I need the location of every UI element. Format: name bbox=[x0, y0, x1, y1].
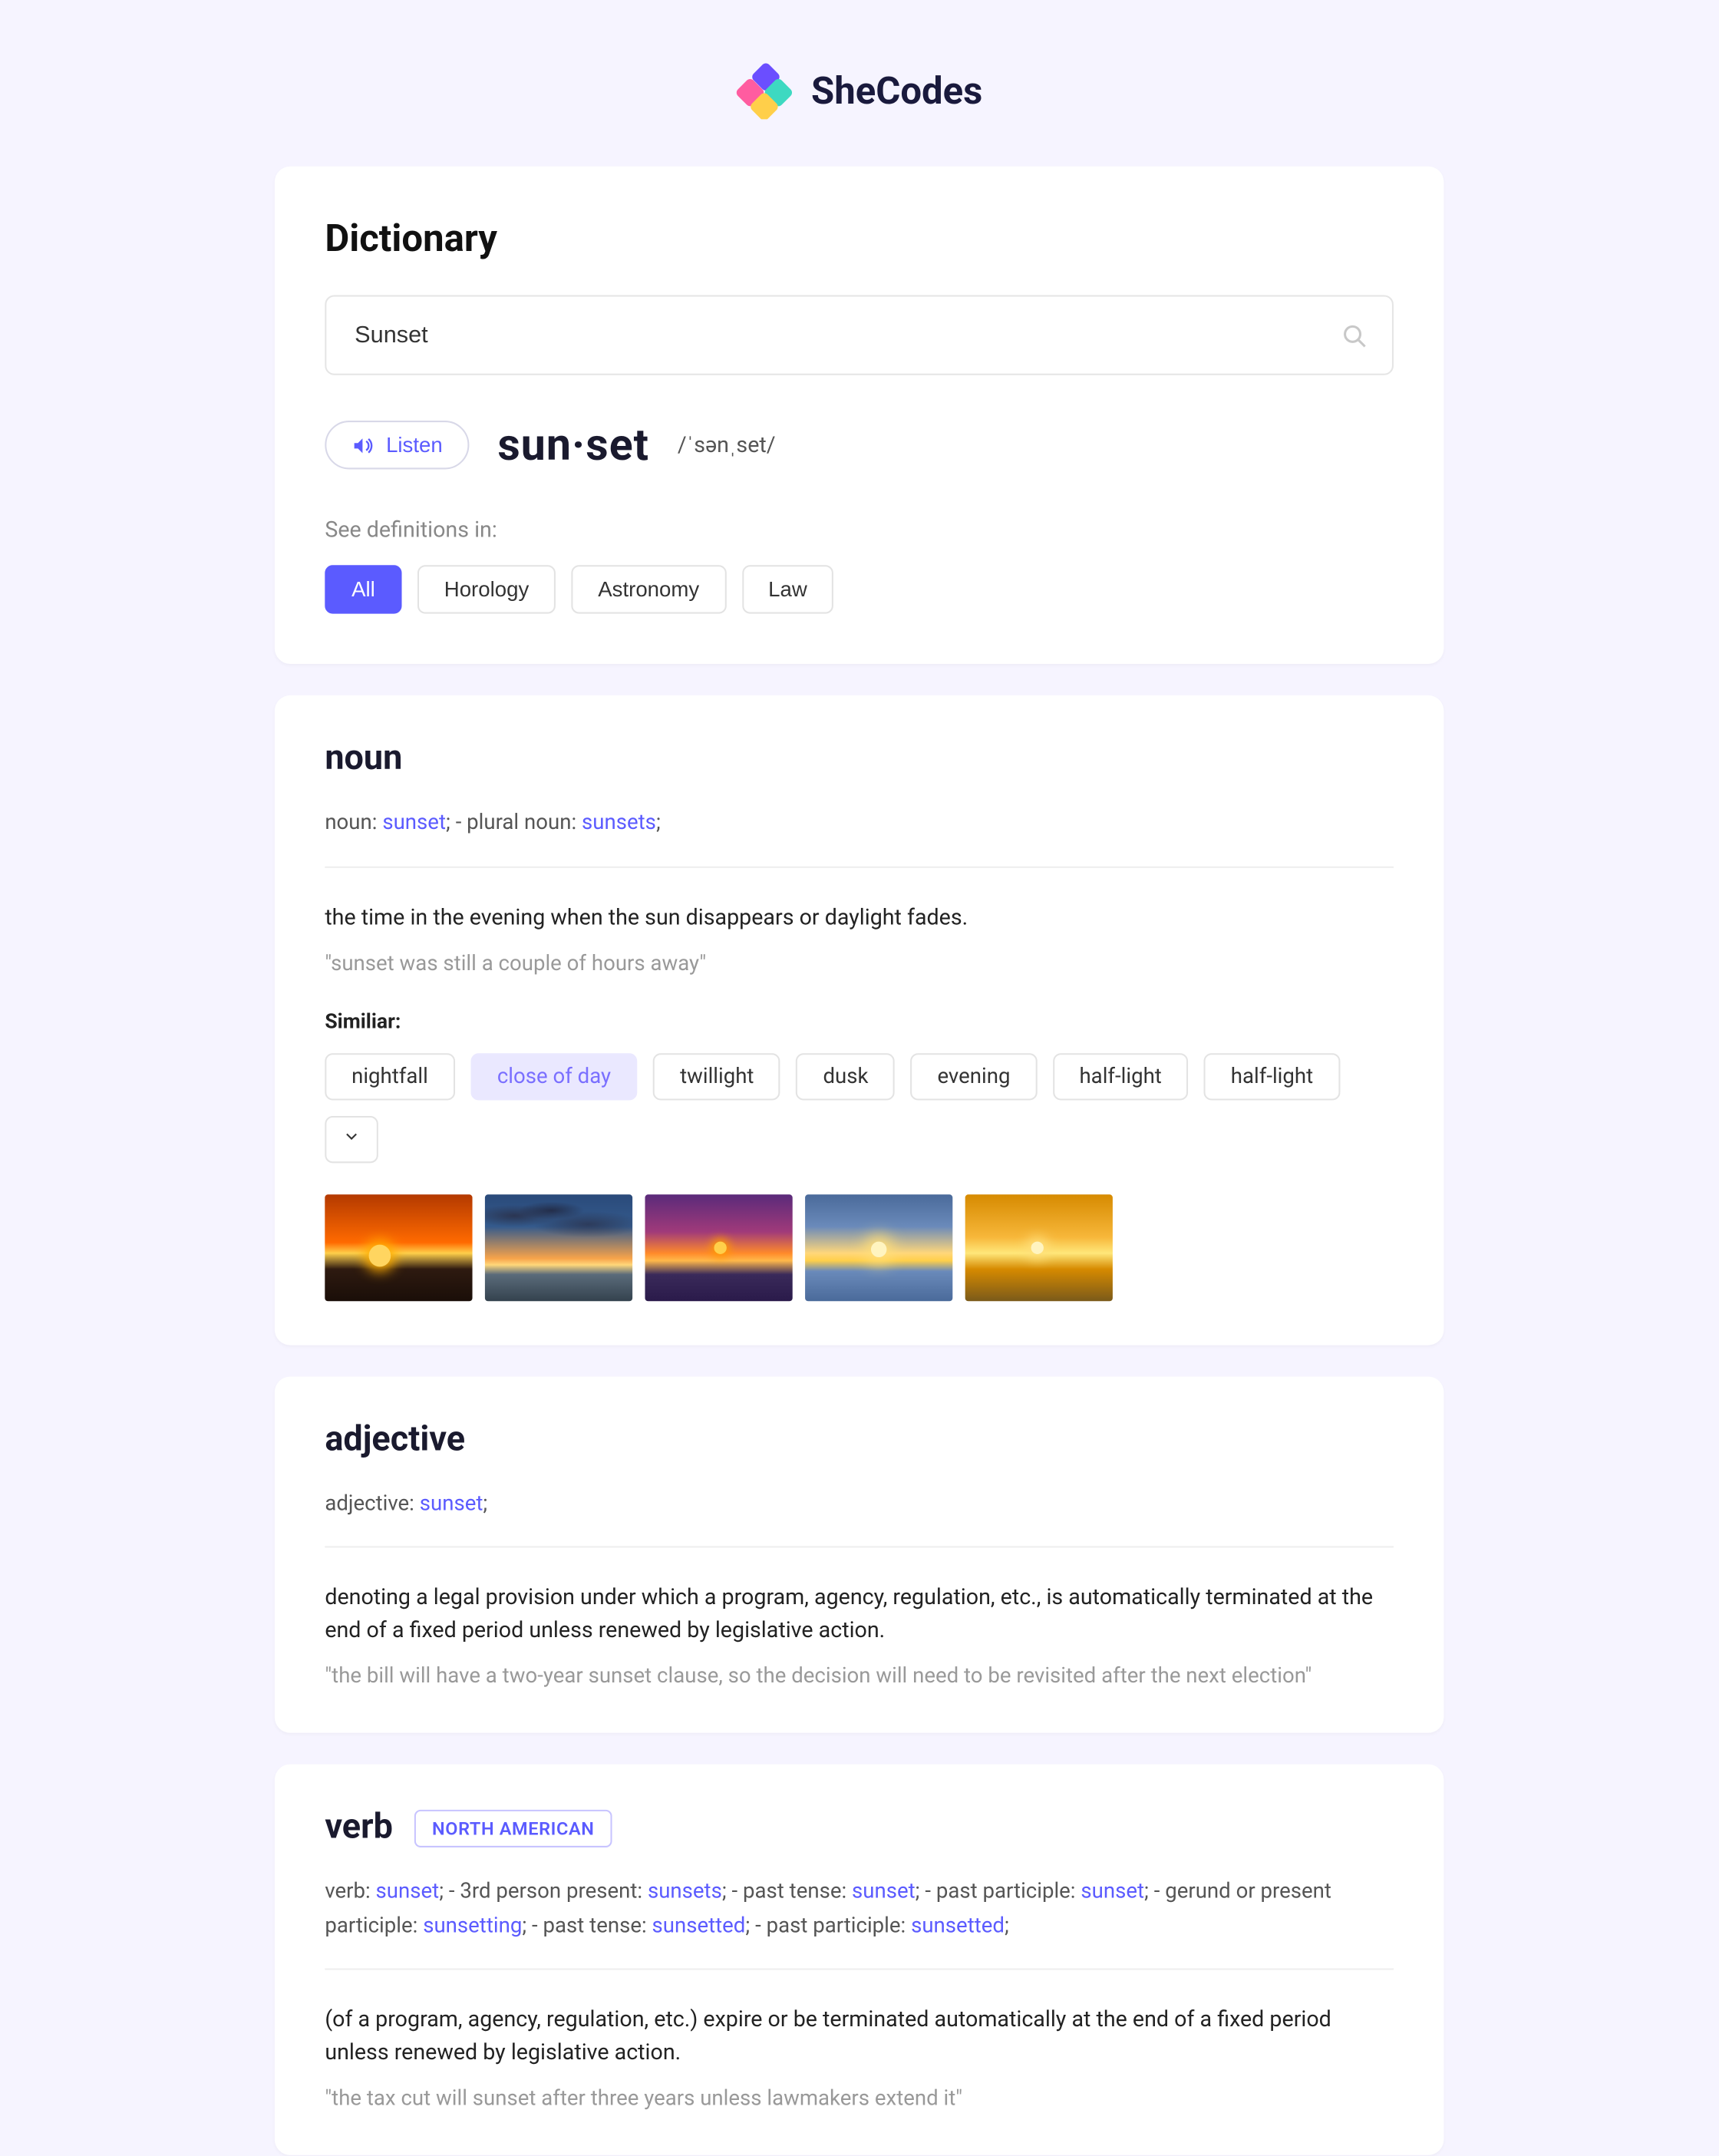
page-title: Dictionary bbox=[325, 216, 1394, 260]
thumbnail-image[interactable] bbox=[965, 1194, 1113, 1300]
pos-heading-noun: noun bbox=[325, 739, 1394, 778]
more-similar-button[interactable] bbox=[325, 1115, 378, 1162]
chevron-down-icon bbox=[342, 1126, 361, 1145]
listen-button[interactable]: Listen bbox=[325, 421, 469, 469]
noun-definition: the time in the evening when the sun dis… bbox=[325, 902, 1394, 935]
category-pill-row: All Horology Astronomy Law bbox=[325, 565, 1394, 613]
noun-example: "sunset was still a couple of hours away… bbox=[325, 950, 1394, 976]
region-tag: NORTH AMERICAN bbox=[415, 1809, 612, 1847]
word-syllables: sun·set bbox=[497, 419, 649, 470]
pos-heading-verb: verb bbox=[325, 1808, 393, 1847]
search-input[interactable] bbox=[325, 295, 1394, 375]
thumbnail-image[interactable] bbox=[805, 1194, 952, 1300]
similar-chip[interactable]: nightfall bbox=[325, 1052, 454, 1099]
adjective-forms: adjective: sunset; bbox=[325, 1487, 1394, 1521]
noun-forms: noun: sunset; - plural noun: sunsets; bbox=[325, 807, 1394, 840]
similar-chip[interactable]: half-light bbox=[1204, 1052, 1340, 1099]
brand-name: SheCodes bbox=[811, 69, 982, 113]
adjective-example: "the bill will have a two-year sunset cl… bbox=[325, 1664, 1394, 1689]
thumbnail-image[interactable] bbox=[325, 1194, 472, 1300]
category-pill[interactable]: Horology bbox=[417, 565, 556, 613]
divider bbox=[325, 1969, 1394, 1970]
similar-label: Similiar: bbox=[325, 1010, 1394, 1034]
adjective-card: adjective adjective: sunset; denoting a … bbox=[275, 1376, 1444, 1733]
brand-logo: SheCodes bbox=[0, 63, 1718, 120]
search-icon[interactable] bbox=[1340, 321, 1368, 349]
sound-icon bbox=[351, 434, 374, 456]
search-wrap bbox=[325, 295, 1394, 375]
word-phonetic: /ˈsənˌset/ bbox=[678, 431, 776, 458]
verb-example: "the tax cut will sunset after three yea… bbox=[325, 2087, 1394, 2112]
thumbnail-image[interactable] bbox=[645, 1194, 792, 1300]
pos-heading-adjective: adjective bbox=[325, 1420, 1394, 1459]
verb-card: verb NORTH AMERICAN verb: sunset; - 3rd … bbox=[275, 1765, 1444, 2156]
category-pill[interactable]: All bbox=[325, 565, 401, 613]
category-pill[interactable]: Law bbox=[741, 565, 833, 613]
image-thumbnails bbox=[325, 1194, 1394, 1300]
category-pill[interactable]: Astronomy bbox=[571, 565, 725, 613]
similar-chip[interactable]: close of day bbox=[470, 1052, 638, 1099]
divider bbox=[325, 866, 1394, 867]
similar-chip[interactable]: twillight bbox=[653, 1052, 780, 1099]
adjective-definition: denoting a legal provision under which a… bbox=[325, 1583, 1394, 1649]
thumbnail-image[interactable] bbox=[485, 1194, 632, 1300]
similar-chip[interactable]: half-light bbox=[1053, 1052, 1189, 1099]
similar-chip-row: nightfall close of day twillight dusk evenin… bbox=[325, 1052, 1394, 1162]
similar-chip[interactable]: dusk bbox=[797, 1052, 896, 1099]
similar-chip[interactable]: evening bbox=[911, 1052, 1038, 1099]
verb-definition: (of a program, agency, regulation, etc.)… bbox=[325, 2005, 1394, 2071]
divider bbox=[325, 1547, 1394, 1548]
noun-card: noun noun: sunset; - plural noun: sunset… bbox=[275, 695, 1444, 1345]
search-card: Dictionary Listen sun·set bbox=[275, 167, 1444, 664]
listen-label: Listen bbox=[386, 433, 443, 457]
verb-forms: verb: sunset; - 3rd person present: suns… bbox=[325, 1876, 1394, 1943]
brand-logo-icon bbox=[736, 63, 793, 120]
see-definitions-label: See definitions in: bbox=[325, 518, 1394, 543]
